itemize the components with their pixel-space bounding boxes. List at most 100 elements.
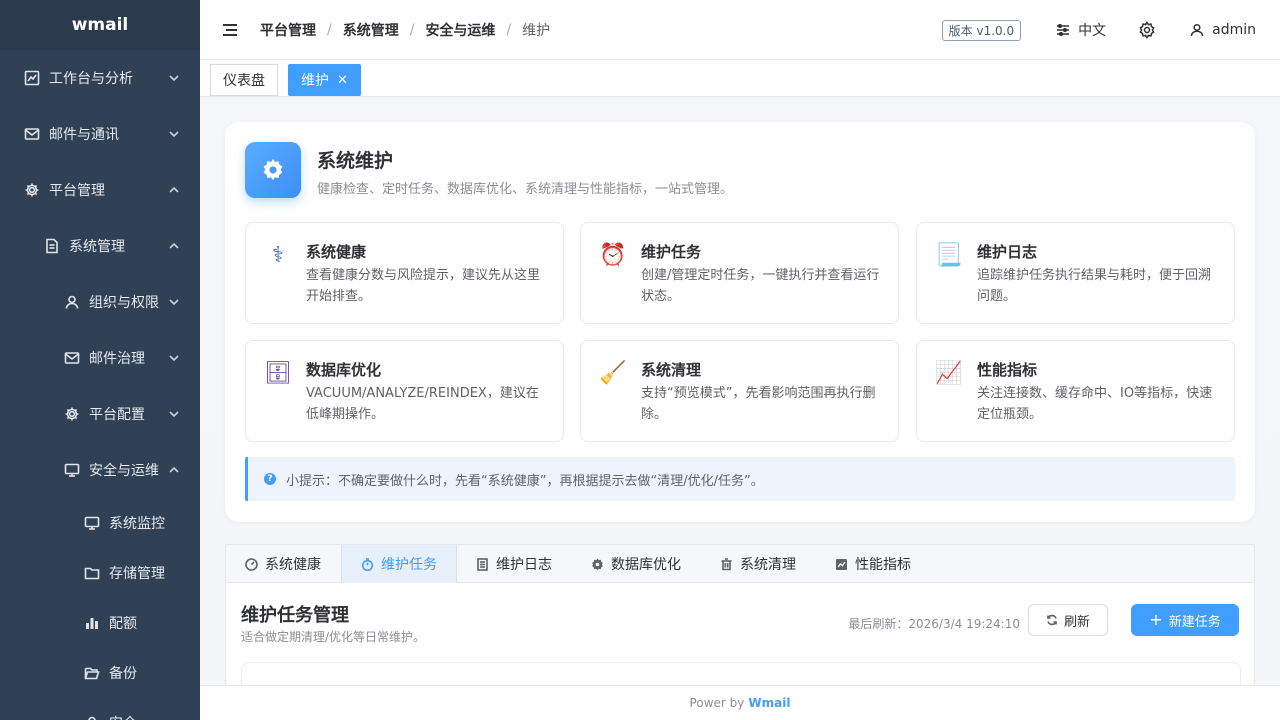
main-content: 系统维护 健康检查、定时任务、数据库优化、系统清理与性能指标，一站式管理。 ⚕ … (200, 97, 1280, 685)
sidebar-item-platform[interactable]: 平台管理 (0, 162, 200, 218)
footer-brand[interactable]: Wmail (748, 696, 790, 710)
panel-title: 维护任务管理 (241, 605, 349, 626)
sidebar-item-mail[interactable]: 邮件与通讯 (0, 106, 200, 162)
page-subtitle: 健康检查、定时任务、数据库优化、系统清理与性能指标，一站式管理。 (317, 182, 734, 197)
sidebar: wmail 工作台与分析 邮件与通讯 平台管理 系统管理 组织与权限 邮件治理 … (0, 0, 200, 720)
tab-system-health[interactable]: 系统健康 (226, 545, 341, 583)
sidebar-item-quota[interactable]: 配额 (0, 598, 200, 648)
monitor-icon (84, 515, 100, 531)
user-icon (1190, 23, 1204, 37)
sidebar-item-security-ops[interactable]: 安全与运维 (0, 442, 200, 498)
sidebar-item-mail-governance[interactable]: 邮件治理 (0, 330, 200, 386)
gear-icon (24, 182, 40, 198)
sidebar-item-system[interactable]: 系统管理 (0, 218, 200, 274)
sidebar-item-storage[interactable]: 存储管理 (0, 548, 200, 598)
log-page-icon: 📃 (935, 242, 963, 268)
feature-desc: 关注连接数、缓存命中、IO等指标，快速定位瓶颈。 (977, 386, 1213, 422)
chevron-down-icon (168, 296, 180, 308)
question-icon: ? (264, 473, 276, 485)
page-title: 系统维护 (317, 150, 394, 172)
feature-title: 系统健康 (306, 243, 367, 261)
chevron-down-icon (168, 408, 180, 420)
feature-title: 性能指标 (977, 361, 1038, 379)
tags-bar: 仪表盘 维护 ✕ (200, 60, 1280, 97)
sidebar-item-label: 存储管理 (109, 566, 165, 582)
chevron-up-icon (168, 464, 180, 476)
breadcrumb-item[interactable]: 安全与运维 (425, 20, 495, 40)
breadcrumb-separator: / (506, 21, 512, 38)
feature-card-health[interactable]: ⚕ 系统健康 查看健康分数与风险提示，建议先从这里开始排查。 (245, 222, 564, 324)
tip-banner: ? 小提示：不确定要做什么时，先看“系统健康”，再根据提示去做“清理/优化/任务… (245, 457, 1235, 501)
overview-card: 系统维护 健康检查、定时任务、数据库优化、系统清理与性能指标，一站式管理。 ⚕ … (225, 122, 1255, 522)
sidebar-item-label: 备份 (109, 666, 137, 682)
gauge-icon (245, 557, 258, 571)
tab-system-cleanup[interactable]: 系统清理 (701, 545, 816, 583)
tab-performance[interactable]: 性能指标 (816, 545, 931, 583)
refresh-button[interactable]: 刷新 (1028, 604, 1108, 636)
close-icon[interactable]: ✕ (337, 73, 348, 88)
sidebar-item-org[interactable]: 组织与权限 (0, 274, 200, 330)
chevron-up-icon (168, 184, 180, 196)
feature-desc: 支持“预览模式”，先看影响范围再执行删除。 (641, 386, 876, 422)
tab-maintenance-tasks[interactable]: 维护任务 (341, 545, 457, 583)
feature-title: 数据库优化 (306, 361, 382, 379)
tab-label: 数据库优化 (611, 557, 681, 573)
stethoscope-icon: ⚕ (272, 242, 284, 268)
breadcrumb-item[interactable]: 系统管理 (343, 20, 399, 40)
tab-bar: 系统健康 维护任务 维护日志 数据库优化 系统清理 性能指标 (226, 545, 1254, 583)
new-task-button[interactable]: + 新建任务 (1131, 604, 1239, 636)
feature-card-cleanup[interactable]: 🧹 系统清理 支持“预览模式”，先看影响范围再执行删除。 (580, 340, 899, 442)
tag-label: 维护 (301, 73, 329, 89)
file-cabinet-icon: 🗄 (264, 360, 292, 386)
tag-maintenance[interactable]: 维护 ✕ (288, 64, 361, 96)
feature-card-logs[interactable]: 📃 维护日志 追踪维护任务执行结果与耗时，便于回溯问题。 (916, 222, 1235, 324)
sidebar-item-label: 系统监控 (109, 516, 165, 532)
gear-icon (245, 142, 301, 198)
tab-maintenance-logs[interactable]: 维护日志 (457, 545, 572, 583)
refresh-label: 刷新 (1063, 614, 1090, 630)
feature-title: 系统清理 (641, 361, 702, 379)
user-icon (64, 294, 80, 310)
sidebar-item-label: 邮件治理 (89, 351, 145, 367)
breadcrumb-item[interactable]: 平台管理 (260, 20, 316, 40)
chevron-down-icon (168, 352, 180, 364)
menu-toggle-icon[interactable] (222, 22, 238, 38)
tab-label: 系统健康 (265, 557, 321, 573)
sidebar-item-security[interactable]: 安全 (0, 698, 200, 720)
app-logo[interactable]: wmail (0, 0, 200, 50)
tab-label: 性能指标 (855, 557, 911, 573)
user-menu[interactable]: admin (1190, 22, 1256, 38)
feature-card-metrics[interactable]: 📈 性能指标 关注连接数、缓存命中、IO等指标，快速定位瓶颈。 (916, 340, 1235, 442)
sidebar-item-label: 邮件与通讯 (49, 127, 119, 143)
sidebar-item-label: 平台配置 (89, 407, 145, 423)
sidebar-item-workbench[interactable]: 工作台与分析 (0, 50, 200, 106)
top-header: 平台管理 / 系统管理 / 安全与运维 / 维护 版本 v1.0.0 中文 ad… (200, 0, 1280, 60)
tab-db-optimize[interactable]: 数据库优化 (572, 545, 701, 583)
breadcrumb-current: 维护 (522, 22, 551, 39)
sidebar-item-monitor[interactable]: 系统监控 (0, 498, 200, 548)
feature-desc: 创建/管理定时任务，一键执行并查看运行状态。 (641, 268, 880, 304)
feature-desc: VACUUM/ANALYZE/REINDEX，建议在低峰期操作。 (306, 386, 539, 422)
trash-icon (721, 557, 732, 570)
feature-card-tasks[interactable]: ⏰ 维护任务 创建/管理定时任务，一键执行并查看运行状态。 (580, 222, 899, 324)
sidebar-item-platform-config[interactable]: 平台配置 (0, 386, 200, 442)
chart-increasing-icon: 📈 (935, 360, 963, 386)
sidebar-item-label: 系统管理 (69, 239, 125, 255)
sidebar-item-label: 组织与权限 (89, 295, 159, 311)
new-task-label: 新建任务 (1168, 614, 1221, 630)
breadcrumb: 平台管理 / 系统管理 / 安全与运维 / 维护 (260, 20, 550, 40)
language-icon (1057, 23, 1070, 37)
sidebar-item-backup[interactable]: 备份 (0, 648, 200, 698)
settings-icon[interactable] (1138, 21, 1156, 39)
timer-icon (361, 557, 374, 571)
language-label: 中文 (1078, 23, 1107, 39)
tag-dashboard[interactable]: 仪表盘 (210, 64, 278, 96)
feature-card-db-optimize[interactable]: 🗄 数据库优化 VACUUM/ANALYZE/REINDEX，建议在低峰期操作。 (245, 340, 564, 442)
language-switcher[interactable]: 中文 (1055, 20, 1106, 40)
feature-title: 维护任务 (641, 243, 702, 261)
tip-text: 小提示：不确定要做什么时，先看“系统健康”，再根据提示去做“清理/优化/任务”。 (286, 473, 764, 489)
alarm-clock-icon: ⏰ (599, 242, 627, 268)
version-badge: 版本 v1.0.0 (941, 19, 1022, 41)
list-icon (477, 557, 488, 571)
mail-icon (64, 350, 80, 366)
